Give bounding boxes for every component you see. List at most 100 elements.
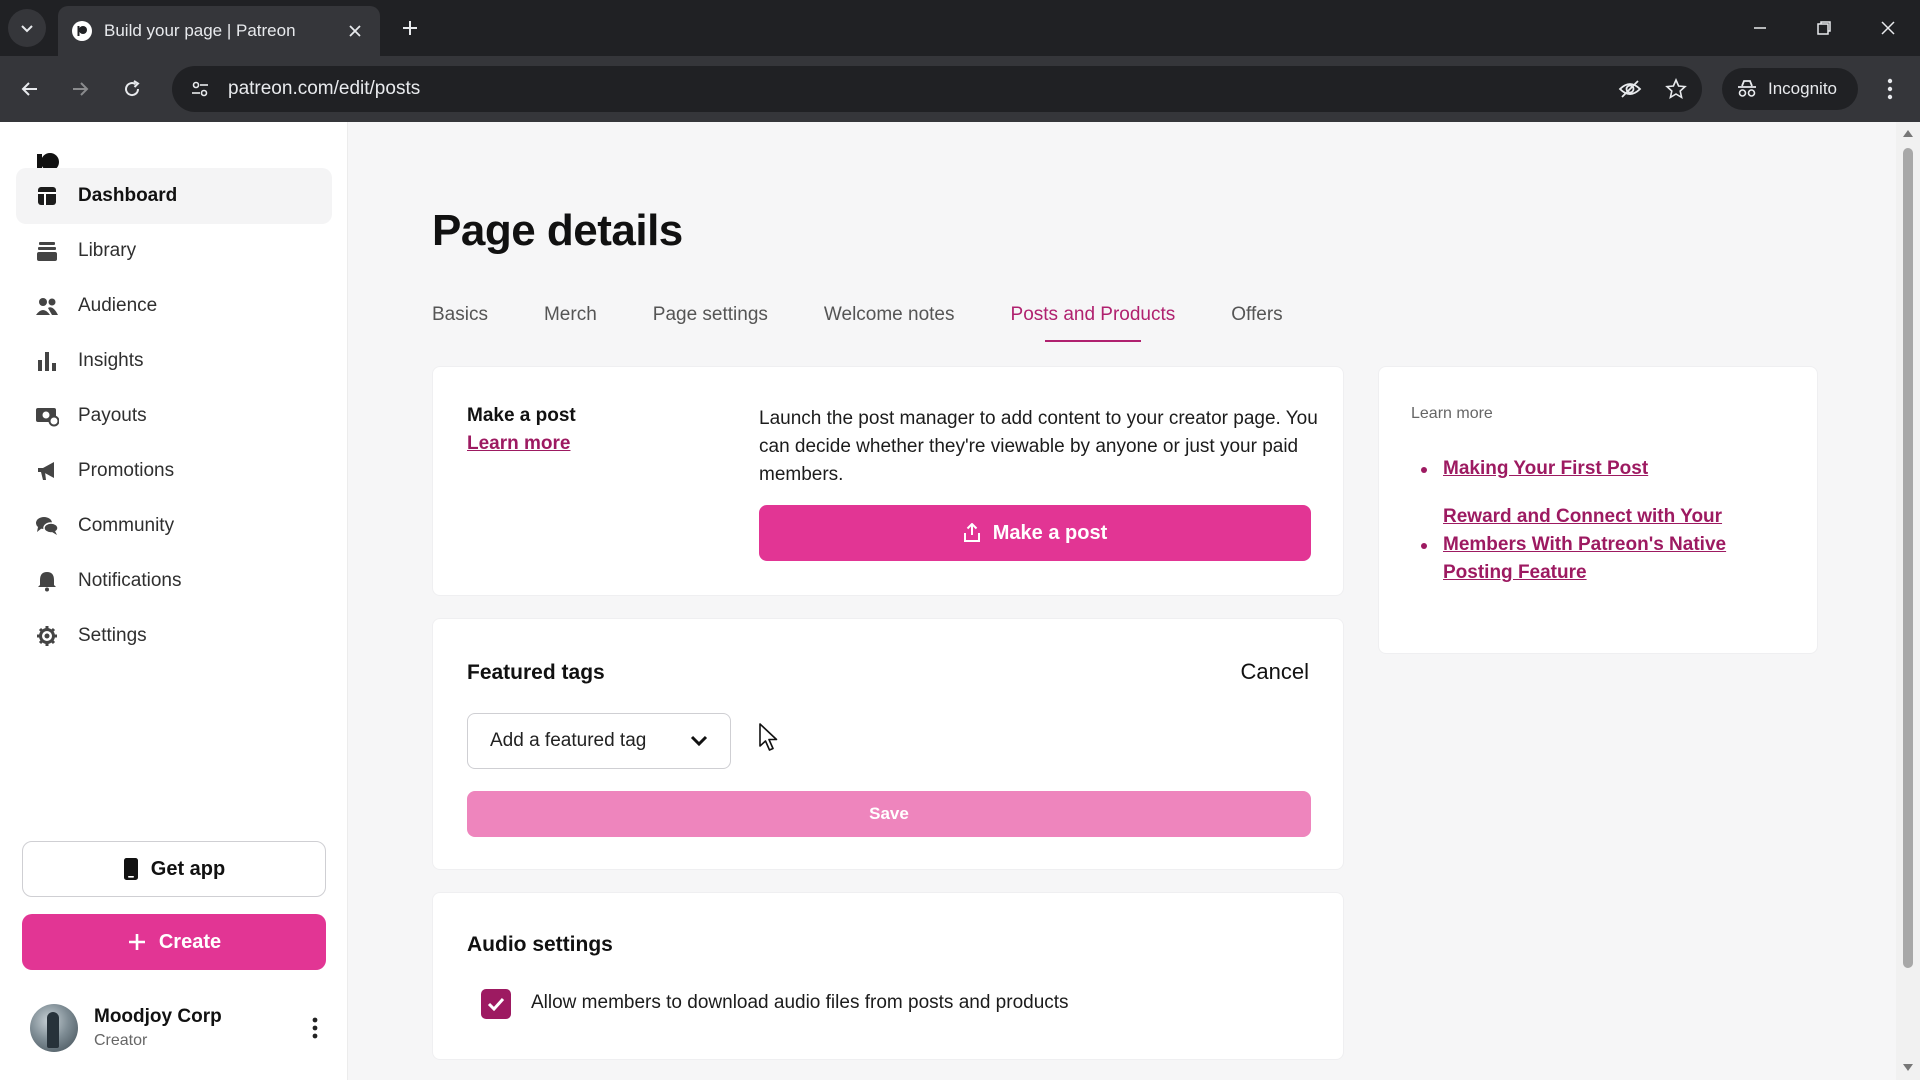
make-post-card: Make a post Learn more Launch the post m… [432, 366, 1344, 596]
tab-posts-and-products[interactable]: Posts and Products [1011, 282, 1175, 342]
make-post-button-label: Make a post [992, 521, 1108, 544]
sidebar-item-label: Audience [78, 295, 158, 316]
sidebar-item-label: Promotions [78, 460, 175, 481]
more-options-icon[interactable] [300, 1008, 330, 1048]
back-icon[interactable] [10, 69, 50, 109]
profile-role: Creator [94, 1032, 148, 1049]
chevron-down-icon [690, 735, 708, 747]
featured-tag-placeholder: Add a featured tag [490, 730, 647, 751]
profile-name: Moodjoy Corp [94, 1006, 222, 1027]
tab-title: Build your page | Patreon [104, 21, 296, 40]
sidebar-item-label: Settings [78, 625, 147, 646]
library-icon [34, 238, 60, 264]
incognito-icon [1738, 80, 1756, 97]
allow-download-checkbox[interactable] [481, 989, 511, 1019]
main-content: Page details Basics Merch Page settings … [348, 122, 1896, 1080]
scroll-thumb[interactable] [1903, 148, 1913, 968]
featured-tag-select[interactable]: Add a featured tag [467, 713, 731, 769]
learn-more-link[interactable]: Learn more [467, 433, 570, 455]
sidebar-item-insights[interactable]: Insights [16, 333, 332, 389]
make-post-description: Launch the post manager to add content t… [759, 408, 1318, 485]
mouse-cursor-icon [758, 722, 780, 752]
insights-icon [34, 348, 60, 374]
phone-icon [123, 858, 138, 880]
sidebar-item-label: Dashboard [78, 185, 178, 206]
address-bar[interactable]: patreon.com/edit/posts [172, 66, 1702, 112]
browser-tab[interactable]: Build your page | Patreon [58, 6, 380, 56]
minimize-icon[interactable] [1740, 10, 1780, 46]
audio-settings-card: Audio settings Allow members to download… [432, 892, 1344, 1060]
learn-more-heading: Learn more [1411, 405, 1493, 422]
eye-off-icon[interactable] [1610, 69, 1650, 109]
scroll-up-icon[interactable] [1902, 128, 1914, 138]
url-text: patreon.com/edit/posts [228, 78, 421, 99]
create-button[interactable]: Create [22, 914, 326, 970]
create-label: Create [158, 930, 222, 953]
checkmark-icon [487, 997, 505, 1011]
making-first-post-link[interactable]: Making Your First Post [1443, 458, 1648, 479]
learn-more-list: Making Your First Post Reward and Connec… [1411, 455, 1781, 607]
save-button[interactable]: Save [467, 791, 1311, 837]
sidebar-item-notifications[interactable]: Notifications [16, 553, 332, 609]
browser-tab-bar: Build your page | Patreon [0, 0, 1920, 56]
audience-icon [34, 293, 60, 319]
tab-welcome-notes[interactable]: Welcome notes [824, 282, 955, 342]
sidebar-item-label: Community [78, 515, 175, 536]
sidebar-item-library[interactable]: Library [16, 223, 332, 279]
profile-menu[interactable]: Moodjoy Corp Creator [30, 998, 330, 1058]
tab-basics[interactable]: Basics [432, 282, 488, 342]
reward-and-connect-link[interactable]: Reward and Connect with Your Members Wit… [1443, 506, 1726, 583]
patreon-favicon-icon [72, 21, 92, 41]
plus-icon [128, 934, 145, 950]
sidebar-item-label: Payouts [78, 405, 147, 426]
tab-offers[interactable]: Offers [1231, 282, 1282, 342]
reload-icon[interactable] [112, 69, 152, 109]
close-tab-icon[interactable] [344, 20, 366, 42]
sidebar-item-promotions[interactable]: Promotions [16, 443, 332, 499]
dashboard-icon [34, 183, 60, 209]
bell-icon [34, 568, 60, 594]
make-post-button[interactable]: Make a post [759, 505, 1311, 561]
payouts-icon [34, 403, 60, 429]
sidebar-item-payouts[interactable]: Payouts [16, 388, 332, 444]
new-tab-icon[interactable] [396, 14, 424, 42]
chevron-down-icon [21, 25, 33, 33]
gear-icon [34, 623, 60, 649]
site-settings-icon[interactable] [180, 69, 220, 109]
browser-toolbar: patreon.com/edit/posts Incognito [0, 56, 1920, 122]
learn-more-panel: Learn more Making Your First Post Reward… [1378, 366, 1818, 654]
sidebar-item-label: Insights [78, 350, 144, 371]
audio-settings-heading: Audio settings [467, 933, 613, 956]
forward-icon[interactable] [60, 69, 100, 109]
incognito-label: Incognito [1768, 79, 1837, 98]
page-tabs: Basics Merch Page settings Welcome notes… [432, 282, 1339, 342]
page-scrollbar[interactable] [1896, 122, 1920, 1080]
share-upload-icon [963, 523, 980, 542]
featured-tags-heading: Featured tags [467, 661, 605, 684]
make-post-heading: Make a post [467, 405, 576, 426]
sidebar-item-label: Notifications [78, 570, 182, 591]
get-app-label: Get app [150, 857, 226, 880]
sidebar-item-dashboard[interactable]: Dashboard [16, 168, 332, 224]
chat-icon [34, 513, 60, 539]
tab-page-settings[interactable]: Page settings [653, 282, 768, 342]
scroll-down-icon[interactable] [1902, 1062, 1914, 1072]
sidebar-item-settings[interactable]: Settings [16, 608, 332, 664]
get-app-button[interactable]: Get app [22, 841, 326, 897]
sidebar-item-audience[interactable]: Audience [16, 278, 332, 334]
list-item: Making Your First Post [1411, 455, 1781, 483]
restore-icon[interactable] [1804, 10, 1844, 46]
sidebar-item-label: Library [78, 240, 137, 261]
sidebar-item-community[interactable]: Community [16, 498, 332, 554]
incognito-badge[interactable]: Incognito [1722, 68, 1858, 110]
cancel-button[interactable]: Cancel [1241, 659, 1309, 685]
avatar[interactable] [30, 1004, 78, 1052]
tab-merch[interactable]: Merch [544, 282, 597, 342]
close-window-icon[interactable] [1868, 10, 1908, 46]
sidebar: Dashboard Library Audience Insights Payo… [0, 122, 348, 1080]
list-item: Reward and Connect with Your Members Wit… [1411, 503, 1781, 587]
bookmark-star-icon[interactable] [1656, 69, 1696, 109]
allow-download-label[interactable]: Allow members to download audio files fr… [531, 992, 1069, 1014]
browser-menu-icon[interactable] [1872, 70, 1908, 108]
tab-search-button[interactable] [8, 9, 46, 47]
